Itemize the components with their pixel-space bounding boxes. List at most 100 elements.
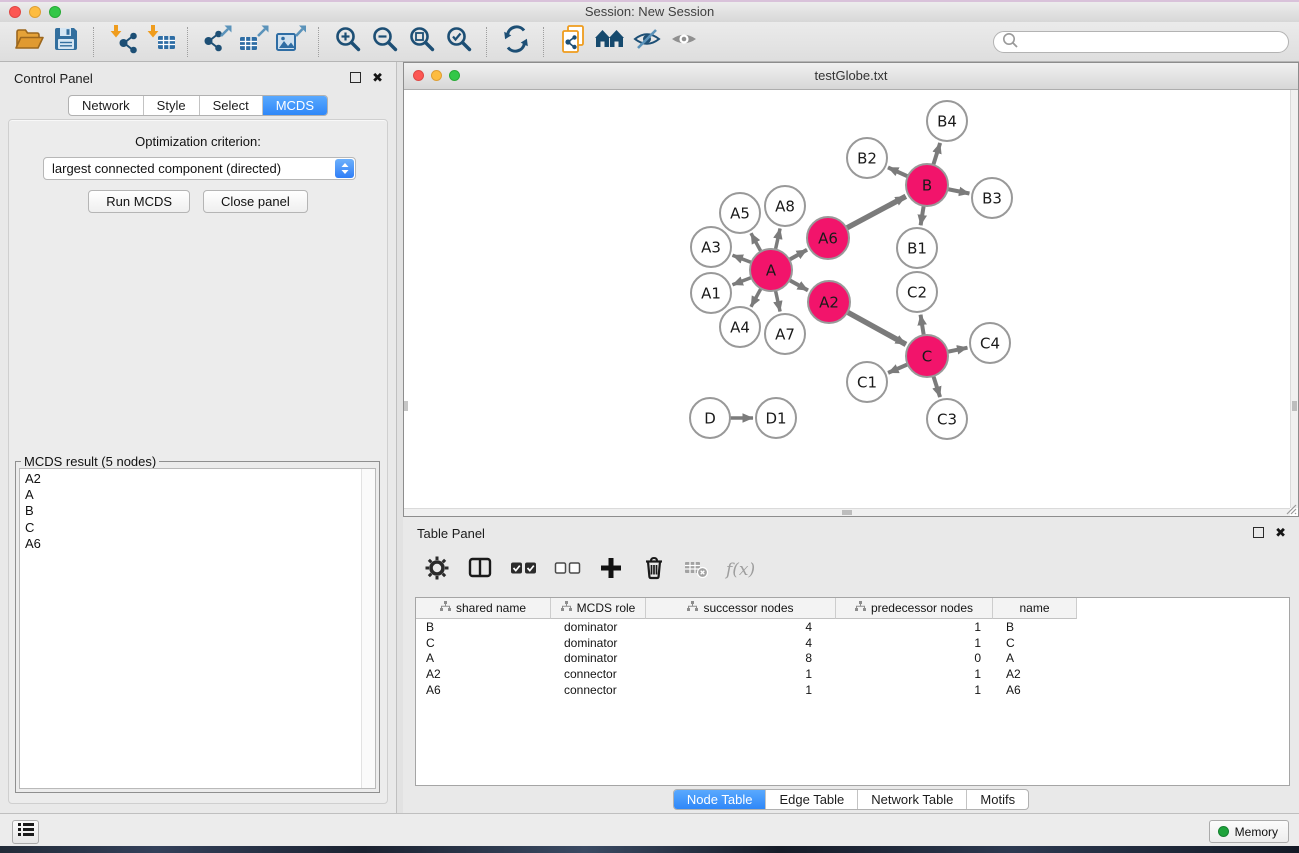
graph-node-A4[interactable]: A4 (720, 307, 760, 347)
select-all-button[interactable] (510, 555, 537, 586)
vertical-scrollbar-thumb[interactable] (1292, 401, 1297, 411)
deselect-all-button[interactable] (554, 555, 581, 586)
criterion-spinner[interactable] (335, 159, 354, 178)
mcds-result-item[interactable]: C (20, 520, 361, 536)
zoom-in-button[interactable] (329, 24, 366, 60)
graph-node-B[interactable]: B (906, 164, 948, 206)
tab-network[interactable]: Network (69, 96, 144, 115)
table-cell[interactable]: dominator (551, 651, 646, 665)
table-cell[interactable]: dominator (551, 636, 646, 650)
criterion-select[interactable]: largest connected component (directed) (43, 157, 356, 180)
table-cell[interactable]: connector (551, 683, 646, 697)
table-row[interactable]: Cdominator41C (416, 635, 1289, 651)
tab-style[interactable]: Style (144, 96, 200, 115)
table-cell[interactable]: 1 (646, 667, 836, 681)
delete-columns-button[interactable] (641, 555, 667, 586)
graph-node-A2[interactable]: A2 (808, 281, 850, 323)
graph-node-A1[interactable]: A1 (691, 273, 731, 313)
table-cell[interactable]: 1 (836, 636, 993, 650)
table-row[interactable]: A2connector11A2 (416, 666, 1289, 682)
column-header-predecessor-nodes[interactable]: predecessor nodes (836, 598, 993, 619)
tab-node-table[interactable]: Node Table (674, 790, 767, 809)
refresh-layout-button[interactable] (497, 24, 534, 60)
column-header-MCDS-role[interactable]: MCDS role (551, 598, 646, 619)
table-cell[interactable]: C (416, 636, 551, 650)
graph-node-A7[interactable]: A7 (765, 314, 805, 354)
table-cell[interactable]: A6 (416, 683, 551, 697)
graph-node-B2[interactable]: B2 (847, 138, 887, 178)
export-table-button[interactable] (235, 24, 272, 60)
close-panel-icon[interactable]: ✖ (372, 72, 383, 83)
open-session-button[interactable] (10, 24, 47, 60)
table-cell[interactable]: 4 (646, 636, 836, 650)
table-cell[interactable]: A (416, 651, 551, 665)
float-panel-icon[interactable] (1253, 527, 1264, 538)
home-button[interactable] (591, 24, 628, 60)
network-window-titlebar[interactable]: testGlobe.txt (404, 63, 1298, 90)
settings-button[interactable] (424, 555, 450, 586)
float-panel-icon[interactable] (350, 72, 361, 83)
table-cell[interactable]: 1 (646, 683, 836, 697)
horizontal-scrollbar-thumb[interactable] (842, 510, 852, 515)
graph-node-B3[interactable]: B3 (972, 178, 1012, 218)
table-cell[interactable]: 1 (836, 683, 993, 697)
table-row[interactable]: Bdominator41B (416, 619, 1289, 635)
table-row[interactable]: Adominator80A (416, 650, 1289, 666)
tab-network-table[interactable]: Network Table (858, 790, 967, 809)
column-header-successor-nodes[interactable]: successor nodes (646, 598, 836, 619)
table-cell[interactable]: 4 (646, 620, 836, 634)
mcds-list-scrollbar[interactable] (361, 469, 375, 788)
hide-unselected-button[interactable] (628, 24, 665, 60)
mcds-result-item[interactable]: B (20, 503, 361, 519)
new-network-from-file-button[interactable] (554, 24, 591, 60)
vertical-scrollbar[interactable] (1290, 90, 1298, 508)
search-box[interactable] (993, 31, 1289, 53)
table-cell[interactable]: 1 (836, 620, 993, 634)
show-columns-button[interactable] (467, 555, 493, 586)
graph-node-D[interactable]: D (690, 398, 730, 438)
table-cell[interactable]: 1 (836, 667, 993, 681)
graph-node-C[interactable]: C (906, 335, 948, 377)
zoom-fit-button[interactable] (403, 24, 440, 60)
graph-node-B1[interactable]: B1 (897, 228, 937, 268)
graph-node-A[interactable]: A (750, 249, 792, 291)
import-network-button[interactable] (104, 24, 141, 60)
close-view-button[interactable] (413, 70, 424, 81)
function-builder-button[interactable]: f(x) (726, 560, 755, 580)
close-window-button[interactable] (9, 6, 21, 18)
zoom-selected-button[interactable] (440, 24, 477, 60)
import-table-button[interactable] (141, 24, 178, 60)
graph-node-A3[interactable]: A3 (691, 227, 731, 267)
table-cell[interactable]: dominator (551, 620, 646, 634)
tab-select[interactable]: Select (200, 96, 263, 115)
titlebar[interactable]: Session: New Session (0, 2, 1299, 23)
graph-node-C2[interactable]: C2 (897, 272, 937, 312)
column-header-name[interactable]: name (993, 598, 1077, 619)
add-column-button[interactable] (598, 555, 624, 586)
table-cell[interactable]: connector (551, 667, 646, 681)
resize-grip[interactable] (1284, 502, 1297, 515)
zoom-view-button[interactable] (449, 70, 460, 81)
column-header-shared-name[interactable]: shared name (416, 598, 551, 619)
search-input[interactable] (1019, 32, 1288, 52)
graph-node-C1[interactable]: C1 (847, 362, 887, 402)
table-cell[interactable]: C (993, 636, 1077, 650)
table-cell[interactable]: A2 (993, 667, 1077, 681)
mcds-result-item[interactable]: A6 (20, 536, 361, 552)
graph-node-A5[interactable]: A5 (720, 193, 760, 233)
delete-table-button[interactable] (684, 557, 709, 584)
show-all-button[interactable] (665, 24, 702, 60)
table-cell[interactable]: B (993, 620, 1077, 634)
table-cell[interactable]: 8 (646, 651, 836, 665)
export-network-button[interactable] (198, 24, 235, 60)
run-mcds-button[interactable]: Run MCDS (88, 190, 190, 213)
graph-node-A6[interactable]: A6 (807, 217, 849, 259)
tab-edge-table[interactable]: Edge Table (766, 790, 858, 809)
graph-node-B4[interactable]: B4 (927, 101, 967, 141)
close-panel-button[interactable]: Close panel (203, 190, 308, 213)
minimize-view-button[interactable] (431, 70, 442, 81)
table-cell[interactable]: B (416, 620, 551, 634)
task-history-button[interactable] (12, 820, 39, 844)
horizontal-scrollbar[interactable] (404, 508, 1290, 516)
tab-motifs[interactable]: Motifs (967, 790, 1028, 809)
